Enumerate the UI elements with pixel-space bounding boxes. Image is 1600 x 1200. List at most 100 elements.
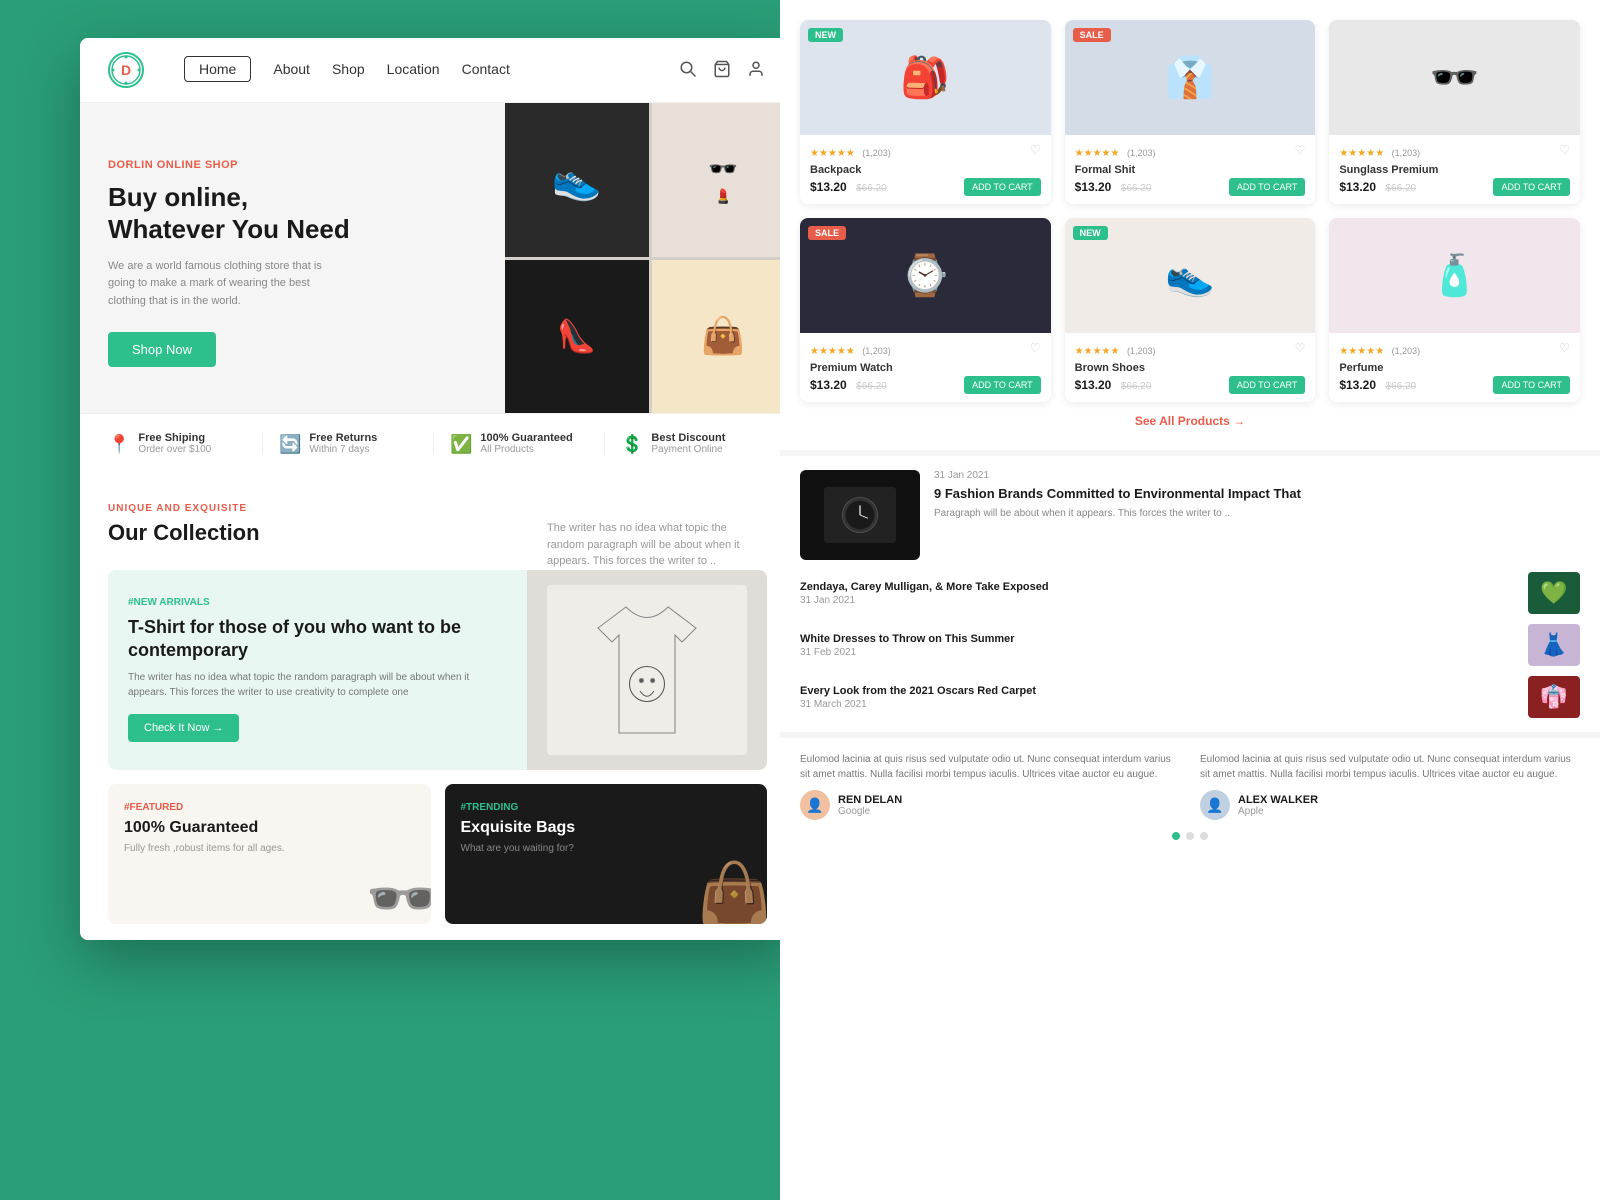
dot-3[interactable]: [1200, 832, 1208, 840]
product-pricing-1: $13.20 $66.20 ADD TO CART: [1075, 178, 1306, 196]
user-icon[interactable]: [747, 60, 767, 80]
add-to-cart-button-0[interactable]: ADD TO CART: [964, 178, 1041, 196]
products-section: 🎒 NEW ★★★★★ (1,203) ♡ Backpack $13.20 $6…: [780, 0, 1600, 450]
product-old-price-3: $66.20: [856, 381, 887, 392]
product-name-3: Premium Watch: [810, 362, 1041, 374]
tshirt-image-placeholder: [547, 585, 747, 755]
product-name-0: Backpack: [810, 164, 1041, 176]
right-panel: 🎒 NEW ★★★★★ (1,203) ♡ Backpack $13.20 $6…: [780, 0, 1600, 1200]
product-old-price-5: $66.20: [1385, 381, 1416, 392]
product-price-4: $13.20: [1075, 378, 1112, 392]
blog-featured: 31 Jan 2021 9 Fashion Brands Committed t…: [800, 470, 1580, 560]
collection-section: UNIQUE AND EXQUISITE Our Collection The …: [80, 473, 795, 940]
product-badge-0: NEW: [808, 28, 843, 42]
see-all-link[interactable]: See All Products →: [800, 402, 1580, 440]
product-pricing-4: $13.20 $66.20 ADD TO CART: [1075, 376, 1306, 394]
nav-links: Home About Shop Location Contact: [184, 61, 659, 79]
product-heart-3[interactable]: ♡: [1030, 341, 1041, 355]
add-to-cart-button-5[interactable]: ADD TO CART: [1493, 376, 1570, 394]
tshirt-card-left: #NEW ARRIVALS T-Shirt for those of you w…: [108, 570, 527, 770]
featured-desc: Fully fresh ,robust items for all ages.: [124, 843, 415, 854]
search-icon[interactable]: [679, 60, 699, 80]
product-heart-2[interactable]: ♡: [1559, 143, 1570, 157]
product-image-5: 🧴: [1329, 218, 1580, 333]
product-card-2: 🕶️ ★★★★★ (1,203) ♡ Sunglass Premium $13.…: [1329, 20, 1580, 204]
nav-about[interactable]: About: [273, 61, 310, 79]
collection-description: The writer has no idea what topic the ra…: [547, 520, 767, 570]
blog-item-date-2: 31 March 2021: [800, 699, 1518, 710]
tshirt-card-image: [527, 570, 767, 770]
product-name-4: Brown Shoes: [1075, 362, 1306, 374]
feature-shipping: 📍 Free Shiping Order over $100: [100, 432, 263, 455]
trending-card: #TRENDING Exquisite Bags What are you wa…: [445, 784, 768, 924]
product-body-5: ★★★★★ (1,203) ♡ Perfume $13.20 $66.20 AD…: [1329, 333, 1580, 402]
product-heart-1[interactable]: ♡: [1295, 143, 1306, 157]
blog-item-2: Every Look from the 2021 Oscars Red Carp…: [800, 676, 1580, 718]
testimonial-1: Eulomod lacinia at quis risus sed vulput…: [1200, 752, 1580, 820]
nav-home[interactable]: Home: [184, 61, 251, 79]
blog-item-0: Zendaya, Carey Mulligan, & More Take Exp…: [800, 572, 1580, 614]
featured-title: 100% Guaranteed: [124, 819, 415, 837]
blog-item-date-1: 31 Feb 2021: [800, 647, 1518, 658]
product-price-1: $13.20: [1075, 180, 1112, 194]
collection-header: Our Collection The writer has no idea wh…: [108, 520, 767, 570]
product-rating-count-2: (1,203): [1392, 148, 1421, 158]
product-old-price-4: $66.20: [1121, 381, 1152, 392]
testimonial-avatar-1: 👤: [1200, 790, 1230, 820]
add-to-cart-button-1[interactable]: ADD TO CART: [1229, 178, 1306, 196]
add-to-cart-button-3[interactable]: ADD TO CART: [964, 376, 1041, 394]
logo[interactable]: D: [108, 52, 144, 88]
product-price-2: $13.20: [1339, 180, 1376, 194]
product-heart-5[interactable]: ♡: [1559, 341, 1570, 355]
dot-1[interactable]: [1172, 832, 1180, 840]
right-panel-inner: 🎒 NEW ★★★★★ (1,203) ♡ Backpack $13.20 $6…: [780, 0, 1600, 1200]
main-window: D Home About Shop Location: [80, 38, 795, 940]
nav-shop[interactable]: Shop: [332, 61, 365, 79]
add-to-cart-button-2[interactable]: ADD TO CART: [1493, 178, 1570, 196]
cart-icon[interactable]: [713, 60, 733, 80]
product-body-1: ★★★★★ (1,203) ♡ Formal Shit $13.20 $66.2…: [1065, 135, 1316, 204]
blog-featured-content: 31 Jan 2021 9 Fashion Brands Committed t…: [934, 470, 1580, 560]
blog-item-title-1: White Dresses to Throw on This Summer: [800, 632, 1518, 646]
testimonial-text-0: Eulomod lacinia at quis risus sed vulput…: [800, 752, 1180, 782]
blog-item-content-1: White Dresses to Throw on This Summer 31…: [800, 632, 1518, 657]
featured-tag: #FEATURED: [124, 802, 415, 813]
product-name-2: Sunglass Premium: [1339, 164, 1570, 176]
author-name-1: ALEX WALKER: [1238, 794, 1318, 806]
testimonials-row: Eulomod lacinia at quis risus sed vulput…: [800, 752, 1580, 820]
product-badge-1: SALE: [1073, 28, 1111, 42]
trending-desc: What are you waiting for?: [461, 843, 752, 854]
product-rating-count-3: (1,203): [862, 346, 891, 356]
product-card-3: ⌚ SALE ★★★★★ (1,203) ♡ Premium Watch $13…: [800, 218, 1051, 402]
shop-now-button[interactable]: Shop Now: [108, 332, 216, 367]
collection-label: UNIQUE AND EXQUISITE: [108, 503, 767, 514]
dot-2[interactable]: [1186, 832, 1194, 840]
hero-section: DORLIN ONLINE SHOP Buy online, Whatever …: [80, 103, 795, 413]
feature-returns: 🔄 Free Returns Within 7 days: [271, 432, 434, 455]
blog-featured-image: [800, 470, 920, 560]
collage-shoes2: 👠: [505, 260, 649, 414]
tshirt-description: The writer has no idea what topic the ra…: [128, 670, 507, 700]
bottom-cards: #FEATURED 100% Guaranteed Fully fresh ,r…: [108, 784, 767, 924]
product-rating-count-4: (1,203): [1127, 346, 1156, 356]
product-heart-4[interactable]: ♡: [1295, 341, 1306, 355]
hero-brand: DORLIN ONLINE SHOP: [108, 159, 477, 171]
hero-title: Buy online, Whatever You Need: [108, 181, 477, 246]
blog-item-title-0: Zendaya, Carey Mulligan, & More Take Exp…: [800, 580, 1518, 594]
trending-tag: #TRENDING: [461, 802, 752, 813]
add-to-cart-button-4[interactable]: ADD TO CART: [1229, 376, 1306, 394]
product-heart-0[interactable]: ♡: [1030, 143, 1041, 157]
collage-shoes: 👟: [505, 103, 649, 257]
product-body-2: ★★★★★ (1,203) ♡ Sunglass Premium $13.20 …: [1329, 135, 1580, 204]
svg-text:D: D: [121, 62, 131, 78]
blog-featured-excerpt: Paragraph will be about when it appears.…: [934, 507, 1580, 521]
blog-item-content-2: Every Look from the 2021 Oscars Red Carp…: [800, 684, 1518, 709]
product-card-1: 👔 SALE ★★★★★ (1,203) ♡ Formal Shit $13.2…: [1065, 20, 1316, 204]
feature-discount: 💲 Best Discount Payment Online: [613, 432, 775, 455]
hero-description: We are a world famous clothing store tha…: [108, 258, 348, 311]
nav-location[interactable]: Location: [387, 61, 440, 79]
check-it-now-button[interactable]: Check It Now →: [128, 714, 239, 742]
new-arrivals-tag: #NEW ARRIVALS: [128, 597, 507, 608]
trending-title: Exquisite Bags: [461, 819, 752, 837]
nav-contact[interactable]: Contact: [462, 61, 510, 79]
